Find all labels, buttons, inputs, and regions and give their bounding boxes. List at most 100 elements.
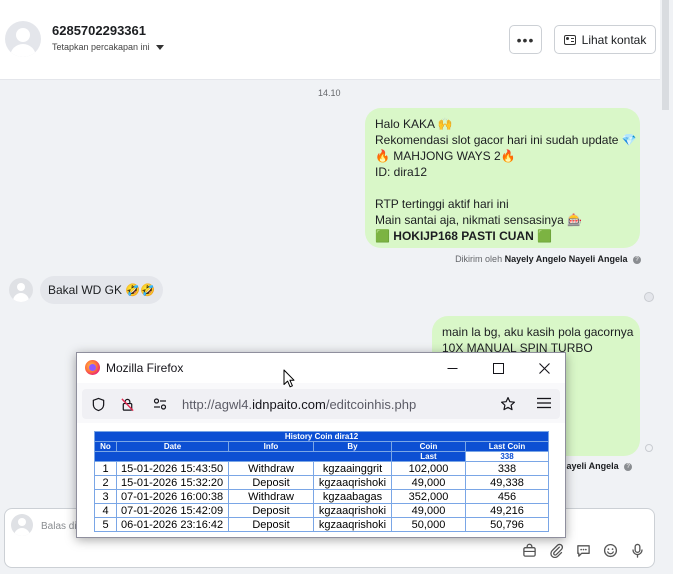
chevron-down-icon xyxy=(155,44,164,50)
table-row: 1 15-01-2026 15:43:50 Withdraw kgzaaingg… xyxy=(94,461,549,476)
table-cell: 49,338 xyxy=(465,475,549,490)
hamburger-menu-icon[interactable] xyxy=(537,396,551,414)
permissions-icon[interactable] xyxy=(152,396,168,412)
message-line: main la bg, aku kasih pola gacornya xyxy=(442,325,634,339)
table-cell: 06-01-2026 23:16:42 xyxy=(116,517,229,532)
table-cell: 456 xyxy=(465,489,549,504)
table-cell: 15-01-2026 15:32:20 xyxy=(116,475,229,490)
table-cell: Deposit xyxy=(228,517,314,532)
mouse-cursor-icon xyxy=(283,369,295,388)
table-cell: 2 xyxy=(94,475,117,490)
subheader-value: 338 xyxy=(465,451,549,462)
message-line-bold: 🟩 HOKIJP168 PASTI CUAN 🟩 xyxy=(375,229,553,243)
sender-avatar[interactable] xyxy=(9,278,33,302)
message-line: Main santai aja, nikmati sensasinya 🎰 xyxy=(375,213,583,227)
subheader-label: Last xyxy=(391,451,466,462)
table-cell: 49,000 xyxy=(391,475,466,490)
column-header: Date xyxy=(116,441,229,452)
table-cell: 102,000 xyxy=(391,461,466,476)
column-header: Coin xyxy=(391,441,466,452)
table-cell: Deposit xyxy=(228,475,314,490)
sent-by-prefix: Dikirim oleh xyxy=(455,254,503,264)
sent-by-label: Dikirim oleh Nayely Angelo Nayeli Angela… xyxy=(455,254,641,264)
table-row: 3 07-01-2026 16:00:38 Withdraw kgzaabaga… xyxy=(94,489,549,504)
message-line: ID: dira12 xyxy=(375,165,428,179)
table-cell: Withdraw xyxy=(228,489,314,504)
table-cell: 49,000 xyxy=(391,503,466,518)
bookmark-star-icon[interactable] xyxy=(500,396,516,412)
message-line: 🔥 MAHJONG WAYS 2🔥 xyxy=(375,149,516,163)
table-row: 2 15-01-2026 15:32:20 Deposit kgzaaqrish… xyxy=(94,475,549,490)
table-cell: 338 xyxy=(465,461,549,476)
table-cell: kgzaainggrit xyxy=(313,461,392,476)
microphone-icon[interactable] xyxy=(629,542,646,559)
table-cell: Withdraw xyxy=(228,461,314,476)
shield-icon[interactable] xyxy=(90,396,106,412)
read-receipt-icon xyxy=(644,292,654,302)
firefox-titlebar[interactable]: Mozilla Firefox xyxy=(77,353,565,383)
view-contact-button[interactable]: Lihat kontak xyxy=(554,25,656,54)
message-line: Halo KAKA 🙌 xyxy=(375,117,453,131)
table-cell: 50,000 xyxy=(391,517,466,532)
view-contact-label: Lihat kontak xyxy=(581,32,647,47)
contact-name[interactable]: 6285702293361 xyxy=(52,23,146,38)
chat-header: 6285702293361 Tetapkan percakapan ini ••… xyxy=(0,0,660,80)
saved-replies-icon[interactable] xyxy=(575,542,592,559)
column-header: Last Coin xyxy=(465,441,549,452)
table-cell: 4 xyxy=(94,503,117,518)
table-cell: 3 xyxy=(94,489,117,504)
attachment-icon[interactable] xyxy=(548,542,565,559)
table-cell: kgzaabagas xyxy=(313,489,392,504)
table-cell: 07-01-2026 15:42:09 xyxy=(116,503,229,518)
table-cell: 50,796 xyxy=(465,517,549,532)
coin-history-table: History Coin dira12 No Date Info By Coin… xyxy=(94,431,549,532)
firefox-logo-icon xyxy=(85,360,100,375)
table-cell: 1 xyxy=(94,461,117,476)
message-line: RTP tertinggi aktif hari ini xyxy=(375,197,509,211)
pin-conversation-dropdown[interactable]: Tetapkan percakapan ini xyxy=(52,42,164,52)
table-cell: 352,000 xyxy=(391,489,466,504)
table-title: History Coin dira12 xyxy=(94,431,549,442)
column-header: No xyxy=(94,441,117,452)
more-options-button[interactable]: ••• xyxy=(509,25,542,54)
table-cell: 07-01-2026 16:00:38 xyxy=(116,489,229,504)
scrollbar-thumb[interactable] xyxy=(662,0,669,110)
help-icon[interactable]: ? xyxy=(624,462,633,471)
window-title: Mozilla Firefox xyxy=(106,361,184,375)
table-cell: 5 xyxy=(94,517,117,532)
subheader-spacer xyxy=(94,451,392,462)
insecure-lock-icon[interactable] xyxy=(119,396,135,412)
address-bar[interactable]: http://agwl4.idnpaito.com/editcoinhis.ph… xyxy=(82,389,560,419)
table-cell: 49,216 xyxy=(465,503,549,518)
table-cell: 15-01-2026 15:43:50 xyxy=(116,461,229,476)
sent-by-name: Nayeli Angela xyxy=(560,461,619,471)
firefox-popup-window: Mozilla Firefox http://agwl4.idnpaito.co… xyxy=(76,352,566,538)
table-cell: kgzaaqrishoki xyxy=(313,503,392,518)
pin-conversation-label: Tetapkan percakapan ini xyxy=(52,42,150,52)
minimize-button[interactable] xyxy=(429,353,475,383)
contact-card-icon xyxy=(563,34,576,45)
maximize-button[interactable] xyxy=(475,353,521,383)
help-icon[interactable]: ? xyxy=(633,255,641,264)
table-row: 4 07-01-2026 15:42:09 Deposit kgzaaqrish… xyxy=(94,503,549,518)
sent-by-name: Nayely Angelo Nayeli Angela xyxy=(504,254,628,264)
contact-avatar[interactable] xyxy=(5,21,41,57)
column-header: By xyxy=(313,441,392,452)
composer-toolbar xyxy=(521,542,646,559)
page-content: History Coin dira12 No Date Info By Coin… xyxy=(77,423,565,537)
incoming-message-bubble[interactable]: Bakal WD GK 🤣🤣 xyxy=(40,276,164,304)
sent-by-label: Nayeli Angela ? xyxy=(560,461,633,471)
emoji-icon[interactable] xyxy=(602,542,619,559)
outgoing-message-bubble[interactable]: Halo KAKA 🙌 Rekomendasi slot gacor hari … xyxy=(365,108,640,248)
column-header: Info xyxy=(228,441,314,452)
url-text[interactable]: http://agwl4.idnpaito.com/editcoinhis.ph… xyxy=(182,397,416,412)
message-line: Rekomendasi slot gacor hari ini sudah up… xyxy=(375,133,637,147)
close-button[interactable] xyxy=(521,353,565,383)
bag-icon[interactable] xyxy=(521,542,538,559)
delivered-icon xyxy=(645,444,653,452)
table-cell: kgzaaqrishoki xyxy=(313,475,392,490)
table-row: 5 06-01-2026 23:16:42 Deposit kgzaaqrish… xyxy=(94,517,549,532)
table-cell: kgzaaqrishoki xyxy=(313,517,392,532)
composer-avatar xyxy=(11,514,33,536)
